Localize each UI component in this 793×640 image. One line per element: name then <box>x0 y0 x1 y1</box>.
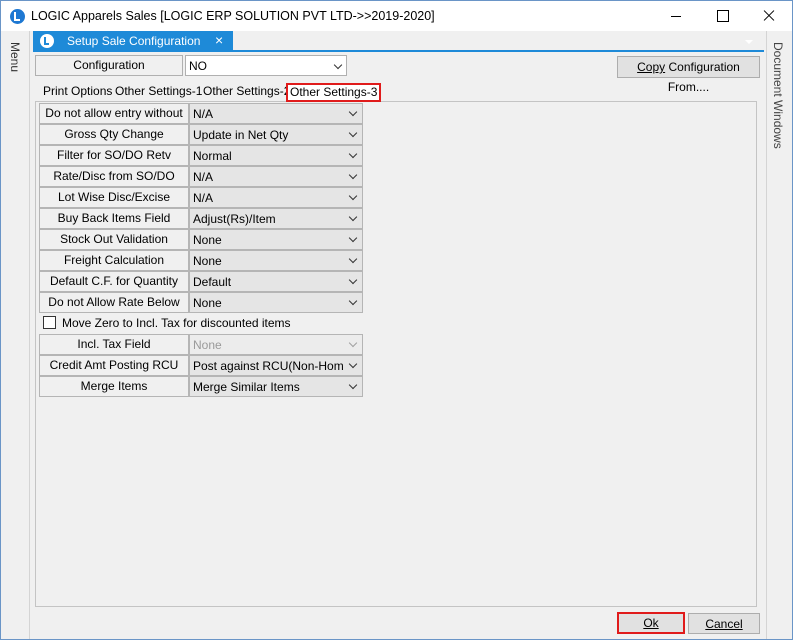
ok-button[interactable]: Ok <box>617 612 685 634</box>
chevron-down-icon <box>348 212 358 222</box>
setting-label: Incl. Tax Field <box>39 334 189 355</box>
tab-other-settings-1[interactable]: Other Settings-1 <box>115 83 202 102</box>
setting-value: None <box>193 338 222 352</box>
setting-label: Gross Qty Change <box>39 124 189 145</box>
cancel-button-label: Cancel <box>705 617 743 631</box>
setting-value: N/A <box>193 191 214 205</box>
setting-select[interactable]: Adjust(Rs)/Item <box>189 208 363 229</box>
title-bar: LOGIC Apparels Sales [LOGIC ERP SOLUTION… <box>1 1 792 31</box>
chevron-down-icon <box>348 275 358 285</box>
configuration-label: Configuration <box>35 55 183 76</box>
configuration-value: NO <box>189 59 207 73</box>
setting-label: Do not allow entry without <box>39 103 189 124</box>
copy-configuration-button[interactable]: Copy Configuration From.... <box>617 56 760 94</box>
setting-select[interactable]: Default <box>189 271 363 292</box>
close-window-button[interactable] <box>745 1 791 31</box>
chevron-down-icon <box>333 60 343 70</box>
chevron-down-icon <box>348 338 358 348</box>
tab-list-dropdown-icon[interactable] <box>745 40 753 44</box>
setting-value: Adjust(Rs)/Item <box>193 212 276 226</box>
chevron-down-icon <box>348 233 358 243</box>
setting-label: Freight Calculation <box>39 250 189 271</box>
setting-label: Lot Wise Disc/Excise <box>39 187 189 208</box>
ok-button-label: Ok <box>643 616 659 630</box>
setting-select[interactable]: Normal <box>189 145 363 166</box>
setting-value: None <box>193 254 222 268</box>
tab-other-settings-2[interactable]: Other Settings-2 <box>203 83 290 102</box>
setting-label: Credit Amt Posting RCU <box>39 355 189 376</box>
document-tab-setup-sale-configuration[interactable]: Setup Sale Configuration × <box>33 31 233 51</box>
cancel-button[interactable]: Cancel <box>688 613 760 634</box>
setting-value: Normal <box>193 149 232 163</box>
setting-value: Update in Net Qty <box>193 128 289 142</box>
configuration-select[interactable]: NO <box>185 55 347 76</box>
setting-select[interactable]: Merge Similar Items <box>189 376 363 397</box>
setting-label: Buy Back Items Field <box>39 208 189 229</box>
menu-panel-strip[interactable] <box>1 31 30 639</box>
setting-select: None <box>189 334 363 355</box>
document-windows-label[interactable]: Document Windows <box>771 42 785 149</box>
app-logo-icon <box>10 9 25 24</box>
setting-select[interactable]: Update in Net Qty <box>189 124 363 145</box>
chevron-down-icon <box>348 359 358 369</box>
copy-button-accelerator: Copy <box>637 60 666 74</box>
tab-other-settings-3[interactable]: Other Settings-3 <box>286 83 382 102</box>
chevron-down-icon <box>348 170 358 180</box>
setting-select[interactable]: N/A <box>189 166 363 187</box>
chevron-down-icon <box>348 296 358 306</box>
setting-value: Default <box>193 275 232 289</box>
setting-select[interactable]: None <box>189 250 363 271</box>
setting-value: N/A <box>193 107 214 121</box>
setting-label: Do not Allow Rate Below <box>39 292 189 313</box>
menu-panel-label[interactable]: Menu <box>8 42 22 72</box>
setting-label: Stock Out Validation <box>39 229 189 250</box>
chevron-down-icon <box>348 191 358 201</box>
minimize-button[interactable] <box>653 1 699 31</box>
setting-label: Filter for SO/DO Retv <box>39 145 189 166</box>
chevron-down-icon <box>348 128 358 138</box>
maximize-button[interactable] <box>699 1 745 31</box>
move-zero-checkbox-label[interactable]: Move Zero to Incl. Tax for discounted it… <box>62 316 291 330</box>
document-tab-label: Setup Sale Configuration <box>67 34 201 48</box>
setting-value: Merge Similar Items <box>193 380 300 394</box>
app-logo-icon <box>40 34 54 48</box>
chevron-down-icon <box>348 107 358 117</box>
chevron-down-icon <box>348 149 358 159</box>
close-tab-icon[interactable]: × <box>215 32 223 48</box>
tab-print-options[interactable]: Print Options <box>43 83 112 102</box>
setting-select[interactable]: N/A <box>189 187 363 208</box>
setting-select[interactable]: None <box>189 229 363 250</box>
setting-select[interactable]: None <box>189 292 363 313</box>
setting-select[interactable]: Post against RCU(Non-Home De <box>189 355 363 376</box>
setting-value: Post against RCU(Non-Home De <box>193 359 343 373</box>
setting-label: Rate/Disc from SO/DO <box>39 166 189 187</box>
move-zero-checkbox[interactable] <box>43 316 56 329</box>
window-title: LOGIC Apparels Sales [LOGIC ERP SOLUTION… <box>31 9 435 23</box>
chevron-down-icon <box>348 254 358 264</box>
setting-label: Default C.F. for Quantity <box>39 271 189 292</box>
setting-value: N/A <box>193 170 214 184</box>
chevron-down-icon <box>348 380 358 390</box>
setting-value: None <box>193 296 222 310</box>
setting-value: None <box>193 233 222 247</box>
setting-select[interactable]: N/A <box>189 103 363 124</box>
setting-label: Merge Items <box>39 376 189 397</box>
